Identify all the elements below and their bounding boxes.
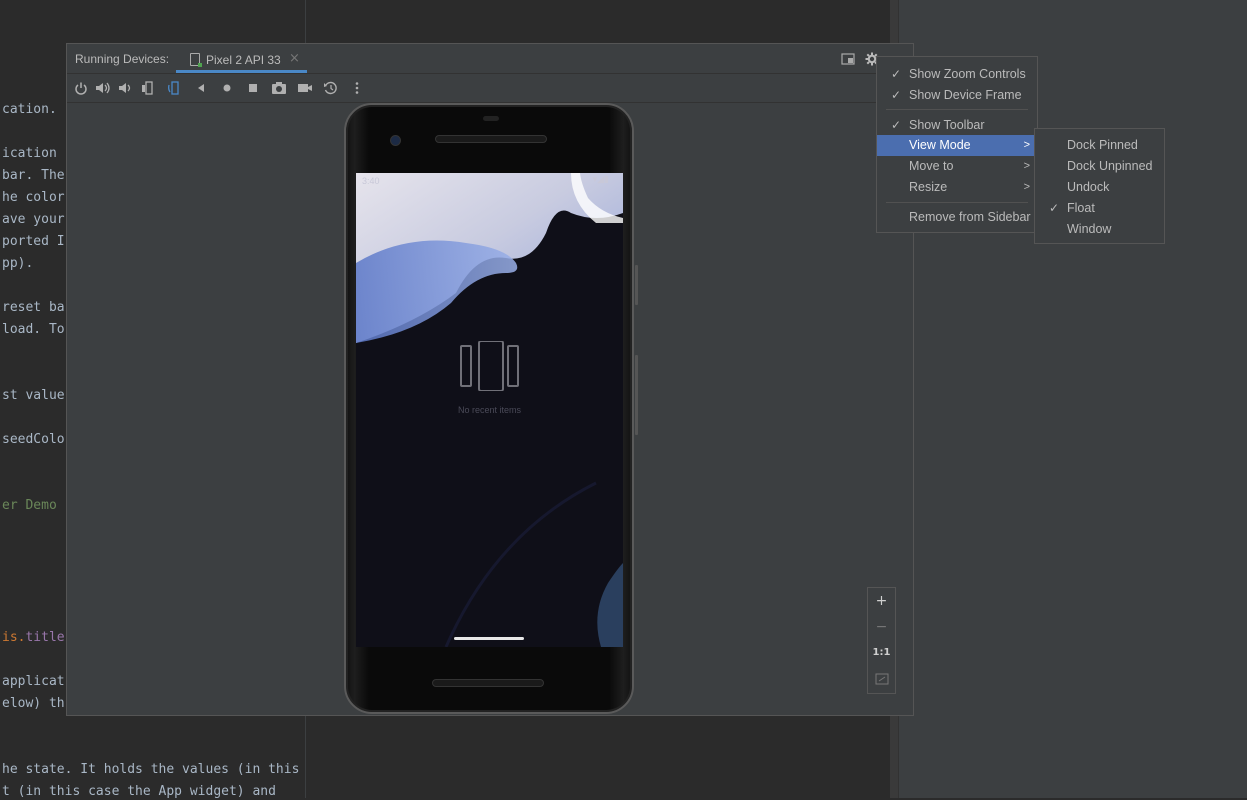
code-line: he color (2, 190, 65, 205)
code-line: er Demo (2, 498, 57, 513)
recent-apps-icon (460, 341, 519, 391)
menu-item-view-mode[interactable]: View Mode > (877, 135, 1037, 156)
volume-up-icon[interactable] (95, 81, 111, 95)
power-button (635, 265, 638, 305)
gesture-nav-bar[interactable] (454, 637, 524, 640)
check-icon: ✓ (891, 118, 902, 132)
status-time: 3:40 (362, 176, 380, 186)
menu-item-move-to[interactable]: Move to > (877, 156, 1037, 177)
code-line: reset ba (2, 300, 65, 315)
menu-item-float[interactable]: ✓ Float (1035, 198, 1164, 219)
bottom-speaker (432, 679, 544, 687)
overview-icon[interactable] (245, 81, 261, 95)
more-icon[interactable] (349, 81, 365, 95)
reset-icon[interactable] (323, 81, 339, 95)
zoom-out-button[interactable]: − (868, 614, 895, 640)
screenshot-icon[interactable] (271, 81, 287, 95)
tab-label: Pixel 2 API 33 (206, 53, 281, 67)
code-line: pp). (2, 256, 34, 271)
volume-down-icon[interactable] (117, 81, 133, 95)
zoom-in-button[interactable]: + (868, 588, 895, 614)
code-line: cation. (2, 102, 57, 117)
power-icon[interactable] (73, 81, 89, 95)
screen-record-icon[interactable] (297, 81, 313, 95)
menu-item-remove-from-sidebar[interactable]: Remove from Sidebar (877, 207, 1037, 228)
back-icon[interactable] (193, 81, 209, 95)
menu-item-show-device-frame[interactable]: ✓ Show Device Frame (877, 85, 1037, 106)
running-devices-window: Running Devices: Pixel 2 API 33 × 3:40 ▾… (66, 43, 914, 716)
device-toolbar (67, 74, 913, 103)
front-camera (390, 135, 401, 146)
window-title: Running Devices: (75, 52, 170, 66)
menu-separator (886, 202, 1028, 203)
device-screen[interactable]: 3:40 ▾◢▮ No recent items (356, 173, 623, 647)
code-line: load. To (2, 322, 65, 337)
menu-item-dock-pinned[interactable]: Dock Pinned (1035, 135, 1164, 156)
earpiece-speaker (435, 135, 547, 143)
fit-screen-button[interactable] (868, 666, 895, 692)
code-line: applicat (2, 674, 65, 689)
check-icon: ✓ (891, 67, 902, 81)
code-line: seedColo (2, 432, 65, 447)
code-line: ported I (2, 234, 65, 249)
actual-size-button[interactable]: 1:1 (868, 640, 895, 666)
device-frame: 3:40 ▾◢▮ No recent items (344, 103, 638, 714)
check-icon: ✓ (891, 88, 902, 102)
view-mode-submenu: Dock Pinned Dock Unpinned Undock ✓ Float… (1034, 128, 1165, 244)
menu-item-window[interactable]: Window (1035, 219, 1164, 240)
device-icon (190, 53, 202, 67)
fit-screen-icon (875, 673, 888, 685)
menu-separator (886, 109, 1028, 110)
menu-item-show-zoom-controls[interactable]: ✓ Show Zoom Controls (877, 64, 1037, 85)
proximity-sensor (483, 116, 499, 121)
volume-button (635, 355, 638, 435)
settings-menu: ✓ Show Zoom Controls ✓ Show Device Frame… (876, 56, 1038, 233)
code-line: he state. It holds the values (in this (2, 762, 300, 777)
tab-pixel-2-api-33[interactable]: Pixel 2 API 33 × (176, 44, 307, 73)
home-icon[interactable] (219, 81, 235, 95)
code-line: ication (2, 146, 57, 161)
check-icon: ✓ (1049, 201, 1060, 215)
chevron-right-icon: > (1023, 160, 1030, 172)
code-line: is.title (2, 630, 65, 645)
window-header: Running Devices: Pixel 2 API 33 × (67, 44, 913, 74)
close-icon[interactable]: × (289, 51, 300, 66)
no-recent-items-label: No recent items (457, 405, 522, 415)
rotate-right-icon[interactable] (167, 81, 183, 95)
chevron-right-icon: > (1023, 139, 1030, 151)
code-line: ave your (2, 212, 65, 227)
zoom-controls: + − 1:1 (867, 587, 896, 694)
menu-item-undock[interactable]: Undock (1035, 177, 1164, 198)
layout-icon[interactable] (841, 52, 855, 66)
chevron-right-icon: > (1023, 181, 1030, 193)
status-icons: ▾◢▮ (592, 175, 609, 185)
code-line: st value (2, 388, 65, 403)
code-line: bar. The (2, 168, 65, 183)
menu-item-resize[interactable]: Resize > (877, 177, 1037, 198)
menu-item-show-toolbar[interactable]: ✓ Show Toolbar (877, 115, 1037, 136)
rotate-left-icon[interactable] (141, 81, 157, 95)
menu-item-dock-unpinned[interactable]: Dock Unpinned (1035, 156, 1164, 177)
code-line: elow) th (2, 696, 65, 711)
